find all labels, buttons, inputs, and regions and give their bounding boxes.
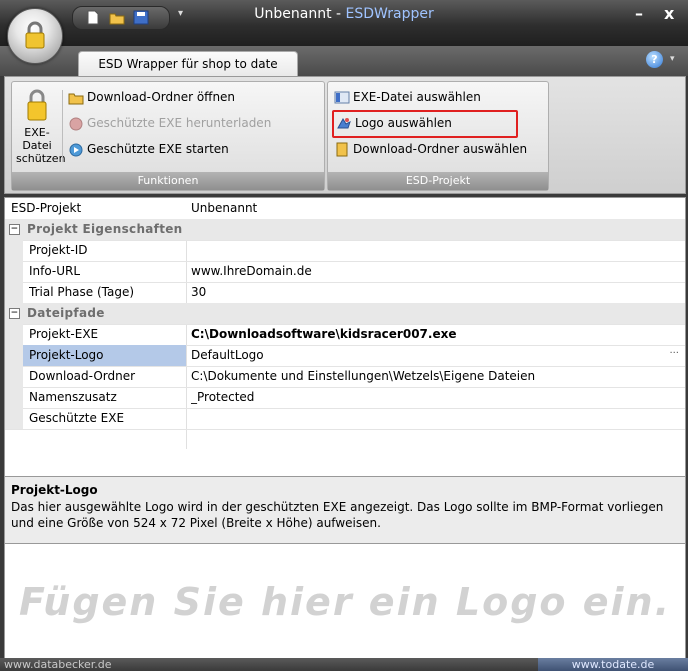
tab-esd-wrapper[interactable]: ESD Wrapper für shop to date [78, 51, 298, 78]
row-gutter [5, 324, 23, 345]
window-title-prefix: Unbenannt - [254, 6, 346, 22]
property-grid: ESD-Projekt Unbenannt − Projekt Eigensch… [4, 197, 686, 477]
category-projekt-eigenschaften[interactable]: − Projekt Eigenschaften [5, 219, 685, 241]
ribbon: EXE-Datei schützen Download-Ordner öffne… [4, 76, 686, 194]
property-row-projekt-exe[interactable]: Projekt-EXE C:\Downloadsoftware\kidsrace… [5, 324, 685, 346]
download-protected-exe-button[interactable]: Geschützte EXE herunterladen [68, 112, 271, 134]
row-gutter [5, 408, 23, 429]
property-row-projekt-logo[interactable]: Projekt-Logo DefaultLogo ... [5, 345, 685, 367]
property-name: Namenszusatz [29, 390, 117, 404]
row-gutter [5, 282, 23, 303]
grid-header-value: Unbenannt [191, 201, 258, 215]
status-bar: www.databecker.de www.todate.de [0, 658, 688, 671]
property-row-download-ordner[interactable]: Download-Ordner C:\Dokumente und Einstel… [5, 366, 685, 388]
property-name: Projekt-ID [29, 243, 88, 257]
protect-exe-button[interactable]: EXE-Datei schützen [16, 88, 66, 168]
property-name: Projekt-Logo [23, 345, 186, 366]
open-download-folder-label: Download-Ordner öffnen [87, 90, 236, 104]
property-value[interactable]: www.IhreDomain.de [191, 261, 671, 282]
logo-placeholder-text: Fügen Sie hier ein Logo ein. [18, 580, 672, 624]
collapse-icon[interactable]: − [9, 308, 20, 319]
row-gutter [5, 261, 23, 282]
help-dropdown-arrow[interactable]: ▾ [670, 54, 675, 64]
property-row-geschuetzte-exe[interactable]: Geschützte EXE [5, 408, 685, 430]
row-gutter [5, 240, 23, 261]
lock-icon [25, 21, 45, 49]
select-logo-button[interactable]: Logo auswählen [332, 110, 518, 138]
row-gutter [5, 387, 23, 408]
property-row-trial-phase[interactable]: Trial Phase (Tage) 30 [5, 282, 685, 304]
group-funktionen: EXE-Datei schützen Download-Ordner öffne… [11, 81, 325, 191]
select-download-folder-label: Download-Ordner auswählen [353, 142, 528, 156]
exe-file-icon [334, 91, 350, 104]
property-value[interactable] [191, 240, 671, 261]
folder-download-icon [336, 142, 348, 157]
ribbon-tab-bar: ESD Wrapper für shop to date ? ▾ [0, 46, 688, 78]
description-panel: Projekt-Logo Das hier ausgewählte Logo w… [4, 476, 686, 544]
group-separator [62, 90, 63, 162]
window-title-app: ESDWrapper [345, 6, 434, 22]
category-dateipfade[interactable]: − Dateipfade [5, 303, 685, 325]
property-value[interactable]: C:\Dokumente und Einstellungen\Wetzels\E… [191, 366, 681, 387]
app-window: ▾ Unbenannt - ESDWrapper – x ESD Wrapper… [0, 0, 688, 671]
property-value[interactable]: C:\Downloadsoftware\kidsracer007.exe [191, 324, 671, 345]
collapse-icon[interactable]: − [9, 224, 20, 235]
logo-image-icon [337, 118, 351, 129]
property-value[interactable] [191, 408, 671, 429]
select-exe-label: EXE-Datei auswählen [353, 90, 481, 104]
group-esd-projekt: EXE-Datei auswählen Logo auswählen Downl… [327, 81, 549, 191]
grid-header-name: ESD-Projekt [11, 201, 82, 215]
start-icon [69, 143, 83, 157]
folder-open-icon [68, 93, 84, 105]
status-right-link[interactable]: www.todate.de [538, 658, 688, 671]
logo-preview-area[interactable]: Fügen Sie hier ein Logo ein. [4, 543, 686, 660]
property-row-namenszusatz[interactable]: Namenszusatz _Protected [5, 387, 685, 409]
property-name: Download-Ordner [29, 369, 136, 383]
row-gutter [5, 345, 23, 366]
group-funktionen-label: Funktionen [12, 172, 324, 190]
download-protected-exe-label: Geschützte EXE herunterladen [87, 116, 272, 130]
protect-exe-label: EXE-Datei schützen [16, 126, 66, 165]
category-label: Dateipfade [27, 306, 105, 320]
group-esd-projekt-label: ESD-Projekt [328, 172, 548, 190]
property-value[interactable]: _Protected [191, 387, 671, 408]
application-menu-button[interactable] [7, 8, 63, 64]
property-value[interactable]: 30 [191, 282, 671, 303]
property-name: Info-URL [29, 264, 81, 278]
title-bar: ▾ Unbenannt - ESDWrapper – x [0, 0, 688, 46]
select-download-folder-button[interactable]: Download-Ordner auswählen [334, 138, 527, 160]
download-icon [69, 117, 83, 131]
window-title: Unbenannt - ESDWrapper [0, 6, 688, 22]
status-left-link[interactable]: www.databecker.de [4, 658, 112, 671]
minimize-button[interactable]: – [635, 4, 643, 23]
select-logo-label: Logo auswählen [355, 116, 452, 130]
property-name: Geschützte EXE [29, 411, 125, 425]
description-title: Projekt-Logo [11, 483, 98, 497]
start-protected-exe-label: Geschützte EXE starten [87, 142, 229, 156]
property-name: Trial Phase (Tage) [29, 285, 135, 299]
category-label: Projekt Eigenschaften [27, 222, 183, 236]
select-exe-button[interactable]: EXE-Datei auswählen [334, 86, 481, 108]
property-row-info-url[interactable]: Info-URL www.IhreDomain.de [5, 261, 685, 283]
lock-icon [27, 89, 47, 121]
help-icon[interactable]: ? [646, 51, 663, 68]
close-button[interactable]: x [664, 4, 674, 23]
browse-logo-button[interactable]: ... [669, 345, 679, 356]
open-download-folder-button[interactable]: Download-Ordner öffnen [68, 86, 235, 108]
property-name: Projekt-EXE [29, 327, 99, 341]
property-grid-header: ESD-Projekt Unbenannt [5, 198, 685, 220]
property-value[interactable]: DefaultLogo [191, 345, 671, 366]
description-text: Das hier ausgewählte Logo wird in der ge… [11, 500, 664, 530]
start-protected-exe-button[interactable]: Geschützte EXE starten [68, 138, 229, 160]
property-row-projekt-id[interactable]: Projekt-ID [5, 240, 685, 262]
row-gutter [5, 366, 23, 387]
